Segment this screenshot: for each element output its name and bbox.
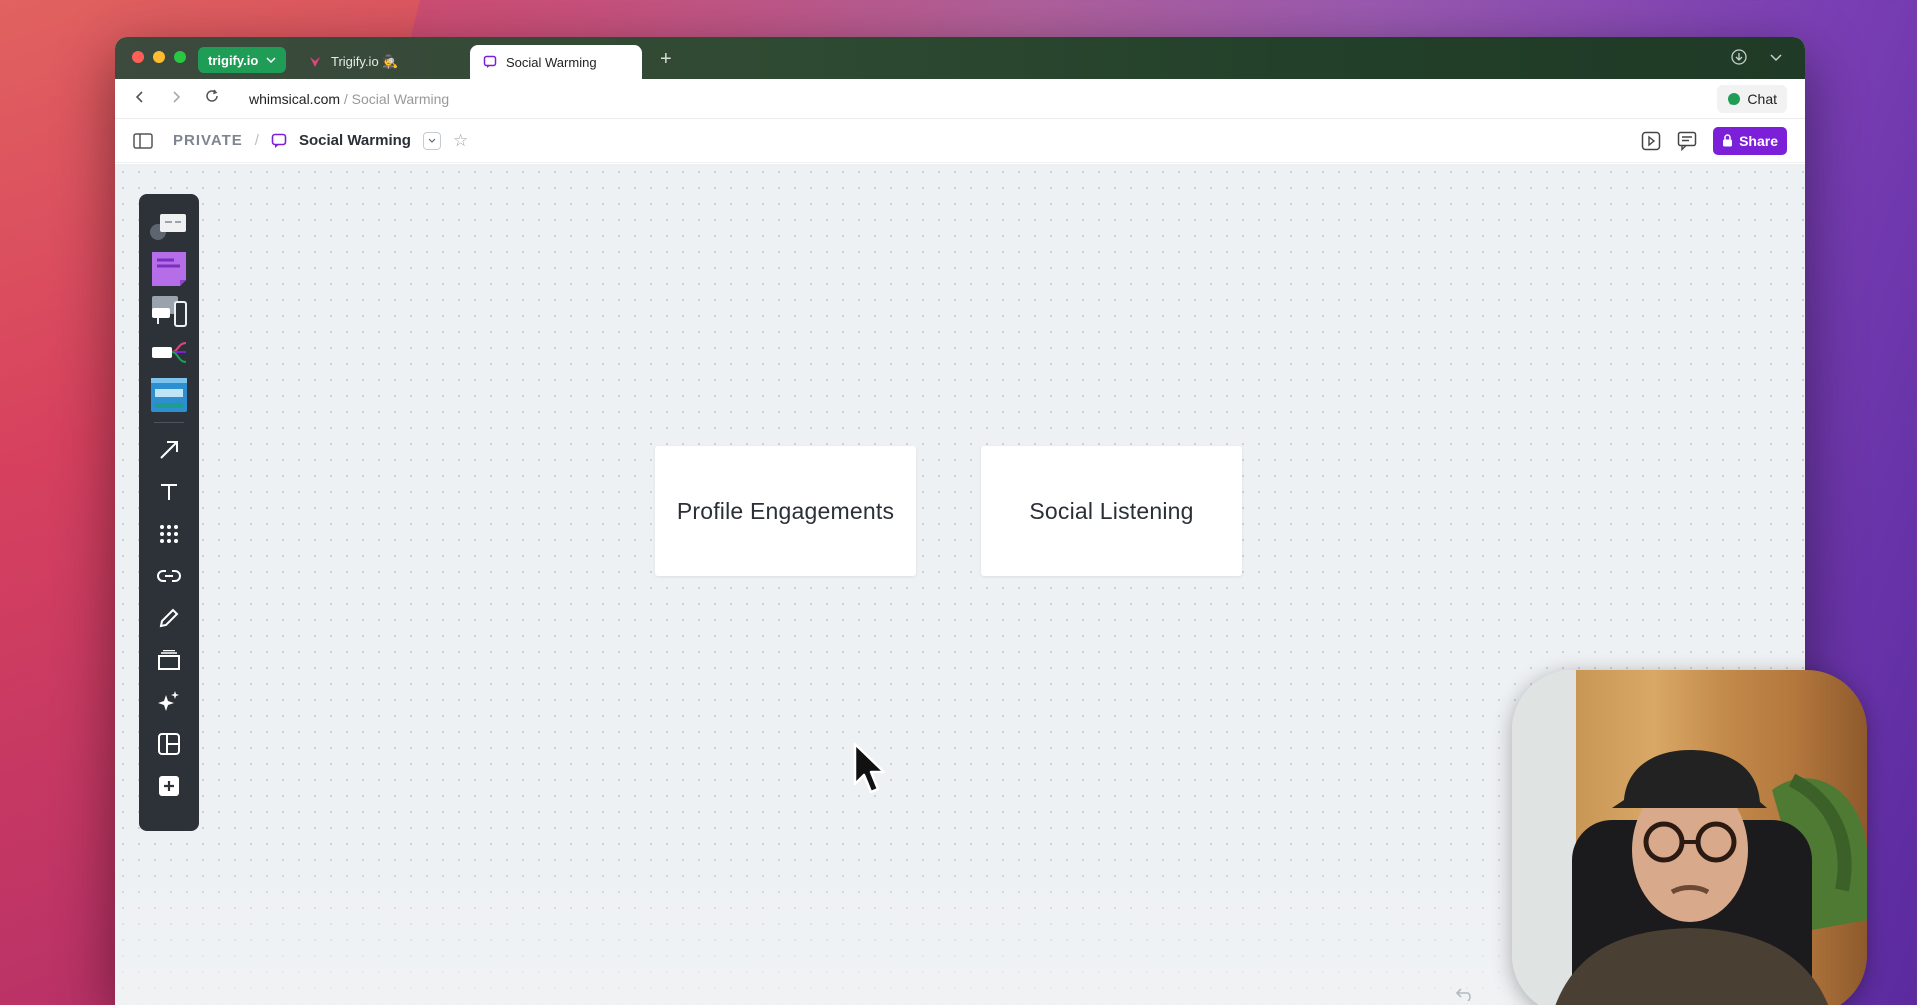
tab-label: Social Warming xyxy=(506,54,597,70)
undo-icon[interactable] xyxy=(1455,987,1475,1001)
chevron-down-icon xyxy=(428,138,436,143)
layout-icon xyxy=(158,733,180,755)
board-menu-button[interactable] xyxy=(422,131,441,150)
chat-bubble-icon xyxy=(1728,92,1741,105)
minimize-window-button[interactable] xyxy=(153,51,165,63)
lock-icon xyxy=(1723,134,1733,147)
add-tool[interactable] xyxy=(147,765,191,807)
whimsical-favicon-icon xyxy=(482,54,498,70)
url-host: whimsical.com xyxy=(249,90,341,107)
reload-icon xyxy=(206,89,218,102)
tab-trigify[interactable]: Trigify.io 🕵️ xyxy=(295,45,455,79)
chat-button[interactable]: Chat xyxy=(1717,84,1787,113)
breadcrumb-private[interactable]: PRIVATE xyxy=(173,132,243,149)
url-path: / Social Warming xyxy=(340,90,450,107)
card-label: Social Listening xyxy=(1029,497,1194,524)
address-bar: whimsical.com / Social Warming Chat xyxy=(115,79,1805,119)
layout-tool[interactable] xyxy=(147,723,191,765)
ai-sparkle-icon xyxy=(158,691,179,711)
tool-rail xyxy=(139,194,199,831)
canvas-card[interactable]: Profile Engagements xyxy=(655,446,916,576)
frame-tool[interactable] xyxy=(147,639,191,681)
share-label: Share xyxy=(1739,132,1778,149)
tool-divider xyxy=(154,422,184,423)
pencil-tool[interactable] xyxy=(147,597,191,639)
canvas-card[interactable]: Social Listening xyxy=(981,446,1242,576)
flowchart-tool[interactable] xyxy=(147,206,191,248)
new-tab-button[interactable]: + xyxy=(660,49,672,69)
reload-button[interactable] xyxy=(205,89,219,108)
card-label: Profile Engagements xyxy=(676,497,895,524)
maximize-window-button[interactable] xyxy=(174,51,186,63)
tab-social-warming[interactable]: Social Warming xyxy=(470,45,642,79)
ai-tool[interactable] xyxy=(147,681,191,723)
chat-label: Chat xyxy=(1747,90,1777,107)
doc-icon xyxy=(151,378,187,412)
share-button[interactable]: Share xyxy=(1713,126,1787,155)
sticky-note-icon xyxy=(152,252,186,286)
tab-group-pill[interactable]: trigify.io xyxy=(198,47,287,73)
arrow-icon xyxy=(160,441,178,459)
back-button[interactable] xyxy=(133,90,147,108)
tab-strip: trigify.io Trigify.io 🕵️ Social Warming … xyxy=(115,37,1805,79)
breadcrumb-separator: / xyxy=(254,132,259,149)
tab-list-chevron-icon[interactable] xyxy=(1769,49,1783,65)
text-icon xyxy=(161,484,177,500)
wireframe-icon xyxy=(152,296,187,327)
download-icon[interactable] xyxy=(1731,49,1747,65)
board-icon xyxy=(271,133,287,148)
board-title[interactable]: Social Warming xyxy=(299,132,411,149)
mindmap-tool[interactable] xyxy=(147,332,191,374)
grid-tool[interactable] xyxy=(147,513,191,555)
window-controls xyxy=(132,51,186,63)
doc-tool[interactable] xyxy=(147,374,191,416)
sticky-note-tool[interactable] xyxy=(147,248,191,290)
trigify-favicon-icon xyxy=(307,54,323,70)
forward-button[interactable] xyxy=(169,90,183,108)
url-field[interactable]: whimsical.com / Social Warming xyxy=(249,91,449,107)
chevron-down-icon xyxy=(266,57,276,63)
mouse-cursor-icon xyxy=(853,742,886,794)
chevron-right-icon xyxy=(173,90,181,103)
presenter-video xyxy=(1555,750,1867,1005)
chevron-left-icon xyxy=(135,90,143,103)
link-tool[interactable] xyxy=(147,555,191,597)
favorite-star-icon[interactable]: ☆ xyxy=(453,131,468,151)
flowchart-icon xyxy=(150,214,186,240)
pencil-icon xyxy=(159,608,179,628)
add-icon xyxy=(159,776,179,796)
wireframe-tool[interactable] xyxy=(147,290,191,332)
tab-label: Trigify.io 🕵️ xyxy=(331,54,399,69)
close-window-button[interactable] xyxy=(132,51,144,63)
mindmap-icon xyxy=(152,342,187,363)
frame-icon xyxy=(158,650,180,670)
present-icon[interactable] xyxy=(1641,131,1661,151)
grid-icon xyxy=(160,525,178,543)
sidebar-toggle-icon[interactable] xyxy=(133,132,153,149)
tab-group-label: trigify.io xyxy=(208,52,259,68)
comments-icon[interactable] xyxy=(1677,131,1697,151)
webcam-overlay xyxy=(1512,670,1867,1005)
board-header: PRIVATE / Social Warming ☆ Share xyxy=(115,119,1805,163)
arrow-tool[interactable] xyxy=(147,429,191,471)
text-tool[interactable] xyxy=(147,471,191,513)
link-icon xyxy=(157,570,181,582)
